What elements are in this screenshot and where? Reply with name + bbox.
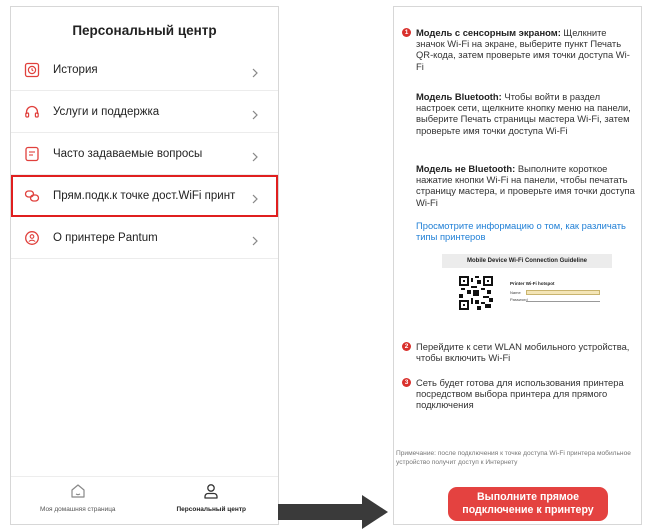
bottom-navigation: Моя домашняя страница Персональный центр — [11, 476, 278, 524]
instruction-text: Сеть будет готова для использования прин… — [416, 377, 624, 411]
menu-item-faq[interactable]: Часто задаваемые вопросы — [11, 133, 278, 175]
hotspot-label: Printer Wi-Fi hotspot — [510, 281, 555, 286]
faq-icon — [23, 145, 41, 163]
model-type-label: Модель с сенсорным экраном: — [416, 27, 561, 38]
tab-label: Персональный центр — [176, 506, 246, 513]
page-title: Персональный центр — [72, 23, 217, 38]
hotspot-info-form: Printer Wi-Fi hotspot Name Password — [510, 281, 600, 303]
menu-item-label: Прям.подк.к точке дост.WiFi принт — [53, 189, 236, 202]
personal-center-screen: Персональный центр История Услуги и подд… — [10, 6, 279, 525]
chevron-right-icon — [250, 107, 260, 119]
chevron-right-icon — [250, 191, 260, 203]
step-number-badge: 3 — [402, 378, 411, 387]
step-3: 3 Сеть будет готова для использования пр… — [402, 377, 636, 411]
guideline-sample-image: Mobile Device Wi-Fi Connection Guideline… — [442, 254, 612, 324]
home-icon — [69, 482, 87, 500]
chevron-right-icon — [250, 233, 260, 245]
tab-label: Моя домашняя страница — [39, 506, 116, 513]
printer-types-link[interactable]: Просмотрите информацию о том, как различ… — [416, 220, 631, 242]
tab-home[interactable]: Моя домашняя страница — [11, 477, 145, 524]
chevron-right-icon — [250, 149, 260, 161]
step-1-bluetooth: Модель Bluetooth: Чтобы войти в раздел н… — [416, 91, 636, 136]
qr-code-icon — [459, 276, 493, 310]
settings-menu: История Услуги и поддержка Часто задавае… — [11, 49, 278, 259]
model-type-label: Модель не Bluetooth: — [416, 163, 516, 174]
name-field — [526, 290, 600, 295]
instruction-text: Перейдите к сети WLAN мобильного устройс… — [416, 341, 630, 364]
menu-item-label: История — [53, 63, 98, 76]
name-label: Name — [510, 290, 521, 295]
connection-note: Примечание: после подключения к точке до… — [396, 450, 631, 466]
menu-item-history[interactable]: История — [11, 49, 278, 91]
info-person-icon — [23, 229, 41, 247]
model-type-label: Модель Bluetooth: — [416, 91, 502, 102]
person-icon — [202, 482, 220, 500]
menu-item-label: Услуги и поддержка — [53, 105, 160, 118]
chevron-right-icon — [250, 65, 260, 77]
menu-item-label: О принтере Pantum — [53, 231, 158, 244]
step-number-badge: 1 — [402, 28, 411, 37]
guideline-title: Mobile Device Wi-Fi Connection Guideline — [442, 254, 612, 268]
password-label: Password — [510, 297, 528, 302]
step-number-badge: 2 — [402, 342, 411, 351]
direct-connect-button[interactable]: Выполните прямое подключение к принтеру — [448, 487, 608, 521]
wifi-direct-icon — [23, 187, 41, 205]
menu-item-label: Часто задаваемые вопросы — [53, 147, 203, 160]
tab-personal-center[interactable]: Персональный центр — [145, 477, 279, 524]
menu-item-support[interactable]: Услуги и поддержка — [11, 91, 278, 133]
menu-item-wifi-direct[interactable]: Прям.подк.к точке дост.WiFi принт — [11, 175, 278, 217]
step-1-non-bluetooth: Модель не Bluetooth: Выполните короткое … — [416, 163, 636, 208]
password-field — [526, 297, 600, 302]
step-1-touch: 1 Модель с сенсорным экраном: Щелкните з… — [402, 27, 636, 72]
step-2: 2 Перейдите к сети WLAN мобильного устро… — [402, 341, 636, 364]
history-icon — [23, 61, 41, 79]
menu-item-about[interactable]: О принтере Pantum — [11, 217, 278, 259]
headset-icon — [23, 103, 41, 121]
transition-arrow-icon — [278, 495, 388, 529]
wifi-direct-guide-screen: 1 Модель с сенсорным экраном: Щелкните з… — [393, 6, 642, 525]
